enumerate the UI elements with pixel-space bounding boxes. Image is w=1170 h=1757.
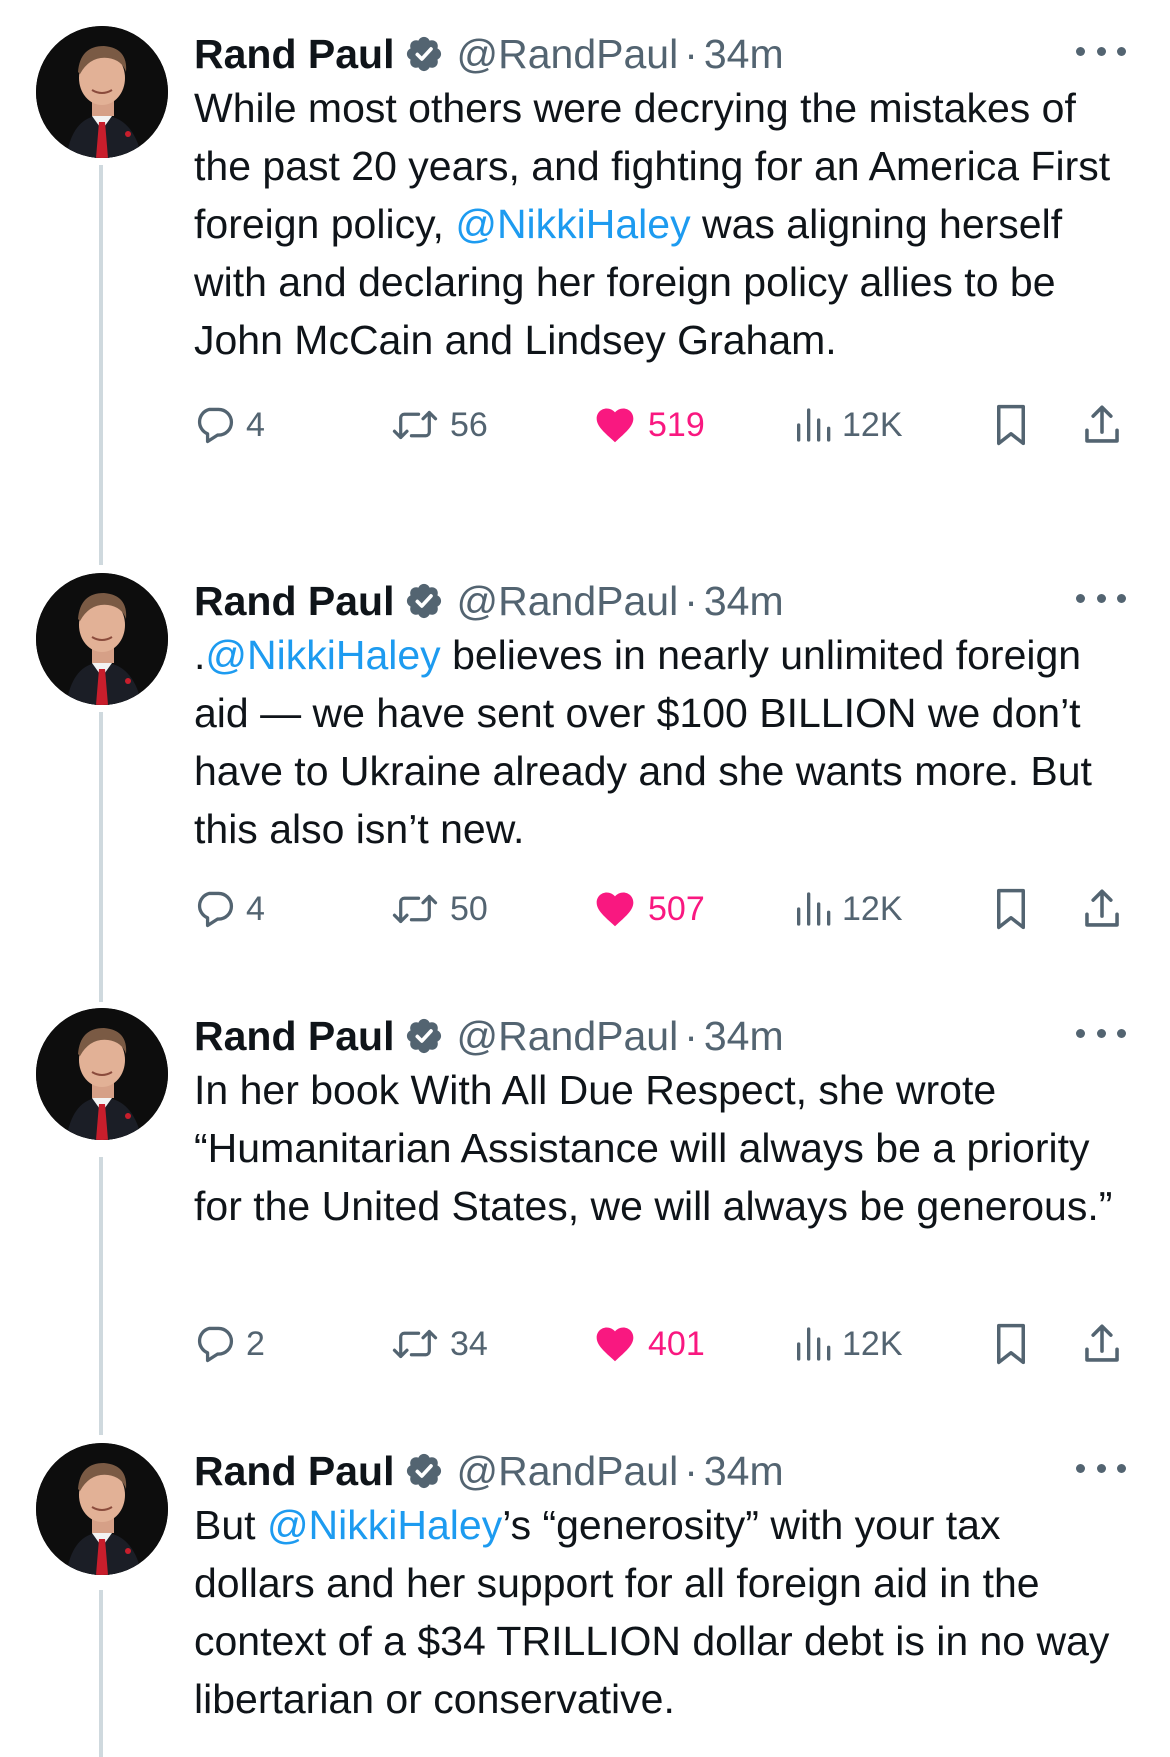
share-button[interactable] [1080, 400, 1124, 450]
bookmark-icon [990, 1321, 1032, 1367]
heart-icon [592, 403, 638, 447]
tweet-text-segment: In her book With All Due Respect, she wr… [194, 1067, 1113, 1229]
repost-count: 50 [450, 889, 488, 928]
verified-badge-icon [404, 1016, 444, 1056]
repost-button[interactable]: 50 [390, 884, 488, 934]
verified-badge-icon [404, 581, 444, 621]
reply-count: 4 [246, 889, 265, 928]
timestamp[interactable]: 34m [704, 1013, 784, 1060]
mention-link[interactable]: @NikkiHaley [455, 201, 690, 247]
author-handle[interactable]: @RandPaul [456, 31, 678, 78]
view-count: 12K [842, 405, 903, 444]
reply-button[interactable]: 4 [192, 400, 265, 450]
views-button[interactable]: 12K [792, 884, 903, 934]
avatar[interactable] [36, 1008, 168, 1140]
separator-dot: · [684, 1447, 698, 1494]
separator-dot: · [684, 30, 698, 77]
more-options-icon[interactable] [1076, 583, 1126, 613]
reply-icon [192, 403, 236, 447]
views-icon [792, 887, 832, 931]
timestamp[interactable]: 34m [704, 31, 784, 78]
reply-button[interactable]: 4 [192, 884, 265, 934]
like-count: 401 [648, 1324, 705, 1363]
repost-count: 56 [450, 405, 488, 444]
repost-icon [390, 887, 440, 931]
like-count: 507 [648, 889, 705, 928]
bookmark-button[interactable] [990, 1319, 1032, 1369]
heart-icon [592, 887, 638, 931]
tweet-text: In her book With All Due Respect, she wr… [194, 1061, 1124, 1235]
tweet-header: Rand Paul @RandPaul · 34m [194, 26, 784, 82]
avatar[interactable] [36, 26, 168, 158]
tweet-text: But @NikkiHaley’s “generosity” with your… [194, 1496, 1124, 1728]
like-button[interactable]: 519 [592, 400, 705, 450]
heart-icon [592, 1322, 638, 1366]
author-handle[interactable]: @RandPaul [456, 1013, 678, 1060]
share-button[interactable] [1080, 884, 1124, 934]
repost-icon [390, 1322, 440, 1366]
repost-icon [390, 403, 440, 447]
share-icon [1080, 402, 1124, 448]
share-button[interactable] [1080, 1319, 1124, 1369]
thread-line [99, 1590, 103, 1757]
views-button[interactable]: 12K [792, 1319, 903, 1369]
more-options-icon[interactable] [1076, 36, 1126, 66]
action-bar: 4 50 507 12K [194, 884, 1134, 934]
views-button[interactable]: 12K [792, 400, 903, 450]
like-button[interactable]: 401 [592, 1319, 705, 1369]
reply-button[interactable]: 2 [192, 1319, 265, 1369]
separator-dot: · [684, 1012, 698, 1059]
verified-badge-icon [404, 1451, 444, 1491]
author-name[interactable]: Rand Paul [194, 578, 394, 625]
author-name[interactable]: Rand Paul [194, 1013, 394, 1060]
verified-badge-icon [404, 34, 444, 74]
tweet-header: Rand Paul @RandPaul · 34m [194, 1443, 784, 1499]
more-options-icon[interactable] [1076, 1453, 1126, 1483]
author-handle[interactable]: @RandPaul [456, 578, 678, 625]
avatar[interactable] [36, 1443, 168, 1575]
views-icon [792, 403, 832, 447]
action-bar: 4 56 519 12K [194, 400, 1134, 450]
mention-link[interactable]: @NikkiHaley [267, 1502, 502, 1548]
reply-count: 4 [246, 405, 265, 444]
like-button[interactable]: 507 [592, 884, 705, 934]
view-count: 12K [842, 1324, 903, 1363]
reply-count: 2 [246, 1324, 265, 1363]
tweet-text-segment: But [194, 1502, 267, 1548]
timestamp[interactable]: 34m [704, 1448, 784, 1495]
views-icon [792, 1322, 832, 1366]
action-bar: 2 34 401 12K [194, 1319, 1134, 1369]
avatar[interactable] [36, 573, 168, 705]
reply-icon [192, 1322, 236, 1366]
author-handle[interactable]: @RandPaul [456, 1448, 678, 1495]
repost-button[interactable]: 34 [390, 1319, 488, 1369]
tweet-header: Rand Paul @RandPaul · 34m [194, 1008, 784, 1064]
reply-icon [192, 887, 236, 931]
separator-dot: · [684, 577, 698, 624]
mention-link[interactable]: @NikkiHaley [205, 632, 440, 678]
bookmark-button[interactable] [990, 400, 1032, 450]
like-count: 519 [648, 405, 705, 444]
bookmark-icon [990, 402, 1032, 448]
thread-line [99, 165, 103, 565]
share-icon [1080, 1321, 1124, 1367]
repost-count: 34 [450, 1324, 488, 1363]
more-options-icon[interactable] [1076, 1018, 1126, 1048]
timestamp[interactable]: 34m [704, 578, 784, 625]
thread-line [99, 712, 103, 1002]
tweet-text: .@NikkiHaley believes in nearly unlimite… [194, 626, 1124, 858]
repost-button[interactable]: 56 [390, 400, 488, 450]
tweet-text-segment: . [194, 632, 206, 678]
bookmark-button[interactable] [990, 884, 1032, 934]
thread-line [99, 1157, 103, 1435]
author-name[interactable]: Rand Paul [194, 31, 394, 78]
tweet-header: Rand Paul @RandPaul · 34m [194, 573, 784, 629]
bookmark-icon [990, 886, 1032, 932]
view-count: 12K [842, 889, 903, 928]
tweet-text: While most others were decrying the mist… [194, 79, 1124, 369]
author-name[interactable]: Rand Paul [194, 1448, 394, 1495]
share-icon [1080, 886, 1124, 932]
